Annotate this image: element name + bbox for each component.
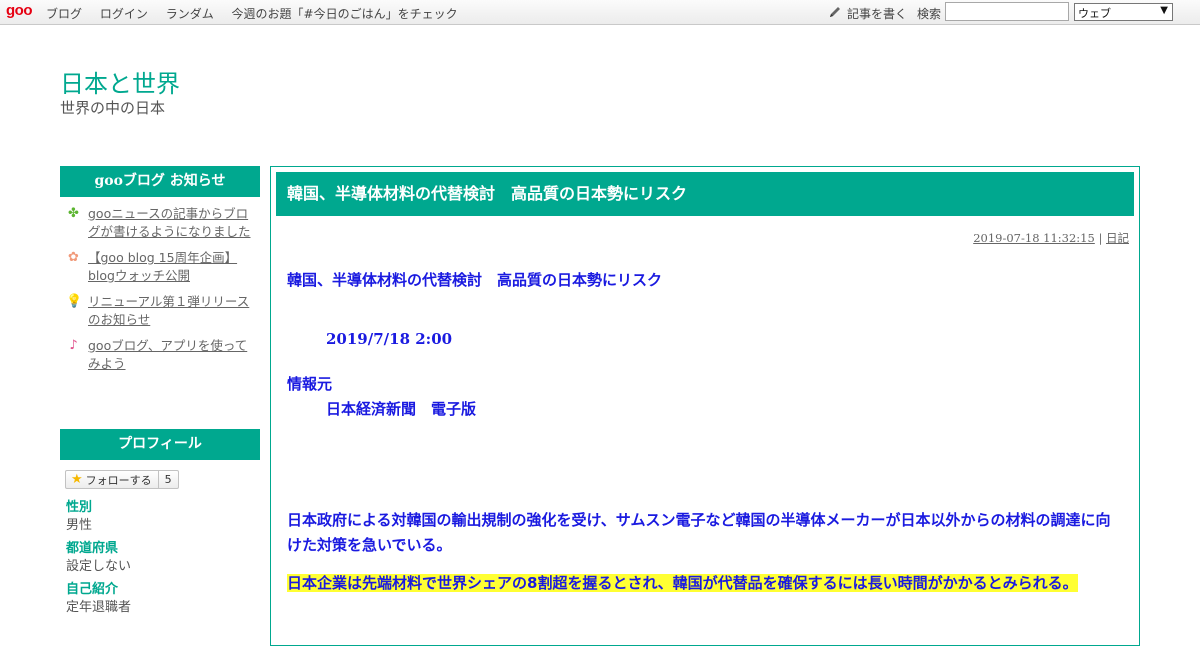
notice-list: ✤ gooニュースの記事からブログが書けるようになりました ✿ 【goo blo… (66, 205, 256, 381)
entry-timestamp-link[interactable]: 2019-07-18 11:32:15 (973, 231, 1095, 245)
pencil-icon[interactable] (828, 5, 842, 19)
clover-icon: ✤ (68, 206, 79, 221)
profile-value-intro: 定年退職者 (66, 600, 132, 615)
profile-value-prefecture: 設定しない (66, 559, 132, 574)
follow-button[interactable]: ★ フォローする 5 (65, 470, 179, 489)
goo-logo[interactable]: goo (6, 2, 33, 19)
lightbulb-icon: 💡 (66, 294, 83, 309)
nav-login-link[interactable]: ログイン (100, 7, 148, 21)
follow-label: フォローする (85, 473, 152, 487)
profile-value-gender: 男性 (66, 518, 93, 533)
notice-link[interactable]: 【goo blog 15周年企画】blogウォッチ公開 (88, 250, 237, 283)
meta-separator: | (1098, 231, 1103, 245)
search-scope-value: ウェブ (1078, 7, 1111, 20)
nav-weekly-topic-link[interactable]: 今週のお題「#今日のごはん」をチェック (232, 7, 458, 21)
entry-meta: 2019-07-18 11:32:15 | 日記 (973, 230, 1129, 246)
body-title: 韓国、半導体材料の代替検討 高品質の日本勢にリスク (287, 271, 663, 289)
entry-title[interactable]: 韓国、半導体材料の代替検討 高品質の日本勢にリスク (276, 172, 1134, 216)
blog-description: 世界の中の日本 (60, 99, 166, 117)
chevron-down-icon: ▼ (1160, 5, 1168, 16)
list-item: ✿ 【goo blog 15周年企画】blogウォッチ公開 (66, 249, 256, 285)
entry-container: 韓国、半導体材料の代替検討 高品質の日本勢にリスク 2019-07-18 11:… (270, 166, 1140, 646)
body-paragraph-1: 日本政府による対韓国の輸出規制の強化を受け、サムスン電子など韓国の半導体メーカー… (287, 511, 1111, 554)
flower-icon: ✿ (68, 250, 79, 265)
search-label: 検索 (917, 7, 942, 21)
write-article-link[interactable]: 記事を書く (847, 5, 907, 22)
notice-link[interactable]: gooニュースの記事からブログが書けるようになりました (88, 206, 251, 239)
top-nav: ブログ ログイン ランダム 今週のお題「#今日のごはん」をチェック (46, 5, 472, 22)
list-item: 💡 リニューアル第１弾リリースのお知らせ (66, 293, 256, 329)
music-note-icon: ♪ (69, 338, 78, 353)
body-source: 日本経済新聞 電子版 (326, 400, 477, 418)
body-date: 2019/7/18 2:00 (326, 330, 453, 348)
notice-link[interactable]: gooブログ、アプリを使ってみよう (88, 338, 247, 371)
profile-key-gender: 性別 (66, 500, 93, 515)
profile-heading: プロフィール (60, 429, 260, 460)
list-item: ✤ gooニュースの記事からブログが書けるようになりました (66, 205, 256, 241)
notice-link[interactable]: リニューアル第１弾リリースのお知らせ (88, 294, 249, 327)
list-item: ♪ gooブログ、アプリを使ってみよう (66, 337, 256, 373)
nav-random-link[interactable]: ランダム (166, 7, 214, 21)
blog-title[interactable]: 日本と世界 (60, 64, 180, 99)
nav-blog-link[interactable]: ブログ (46, 7, 82, 21)
search-scope-select[interactable]: ウェブ ▼ (1074, 3, 1173, 21)
profile-key-intro: 自己紹介 (66, 582, 119, 597)
search-input[interactable] (945, 2, 1069, 21)
entry-category-link[interactable]: 日記 (1106, 231, 1129, 245)
notice-heading: gooブログ お知らせ (60, 166, 260, 197)
star-icon: ★ (71, 472, 83, 487)
profile-details: 性別 男性 都道府県 設定しない 自己紹介 定年退職者 (66, 499, 256, 622)
profile-key-prefecture: 都道府県 (66, 541, 119, 556)
body-source-label: 情報元 (287, 375, 333, 393)
body-paragraph-2: 日本企業は先端材料で世界シェアの8割超を握るとされ、韓国が代替品を確保するには長… (287, 571, 1107, 596)
top-toolbar: goo ブログ ログイン ランダム 今週のお題「#今日のごはん」をチェック 記事… (0, 0, 1200, 25)
highlighted-text: 日本企業は先端材料で世界シェアの8割超を握るとされ、韓国が代替品を確保するには長… (287, 574, 1078, 592)
follow-count: 5 (157, 471, 178, 488)
